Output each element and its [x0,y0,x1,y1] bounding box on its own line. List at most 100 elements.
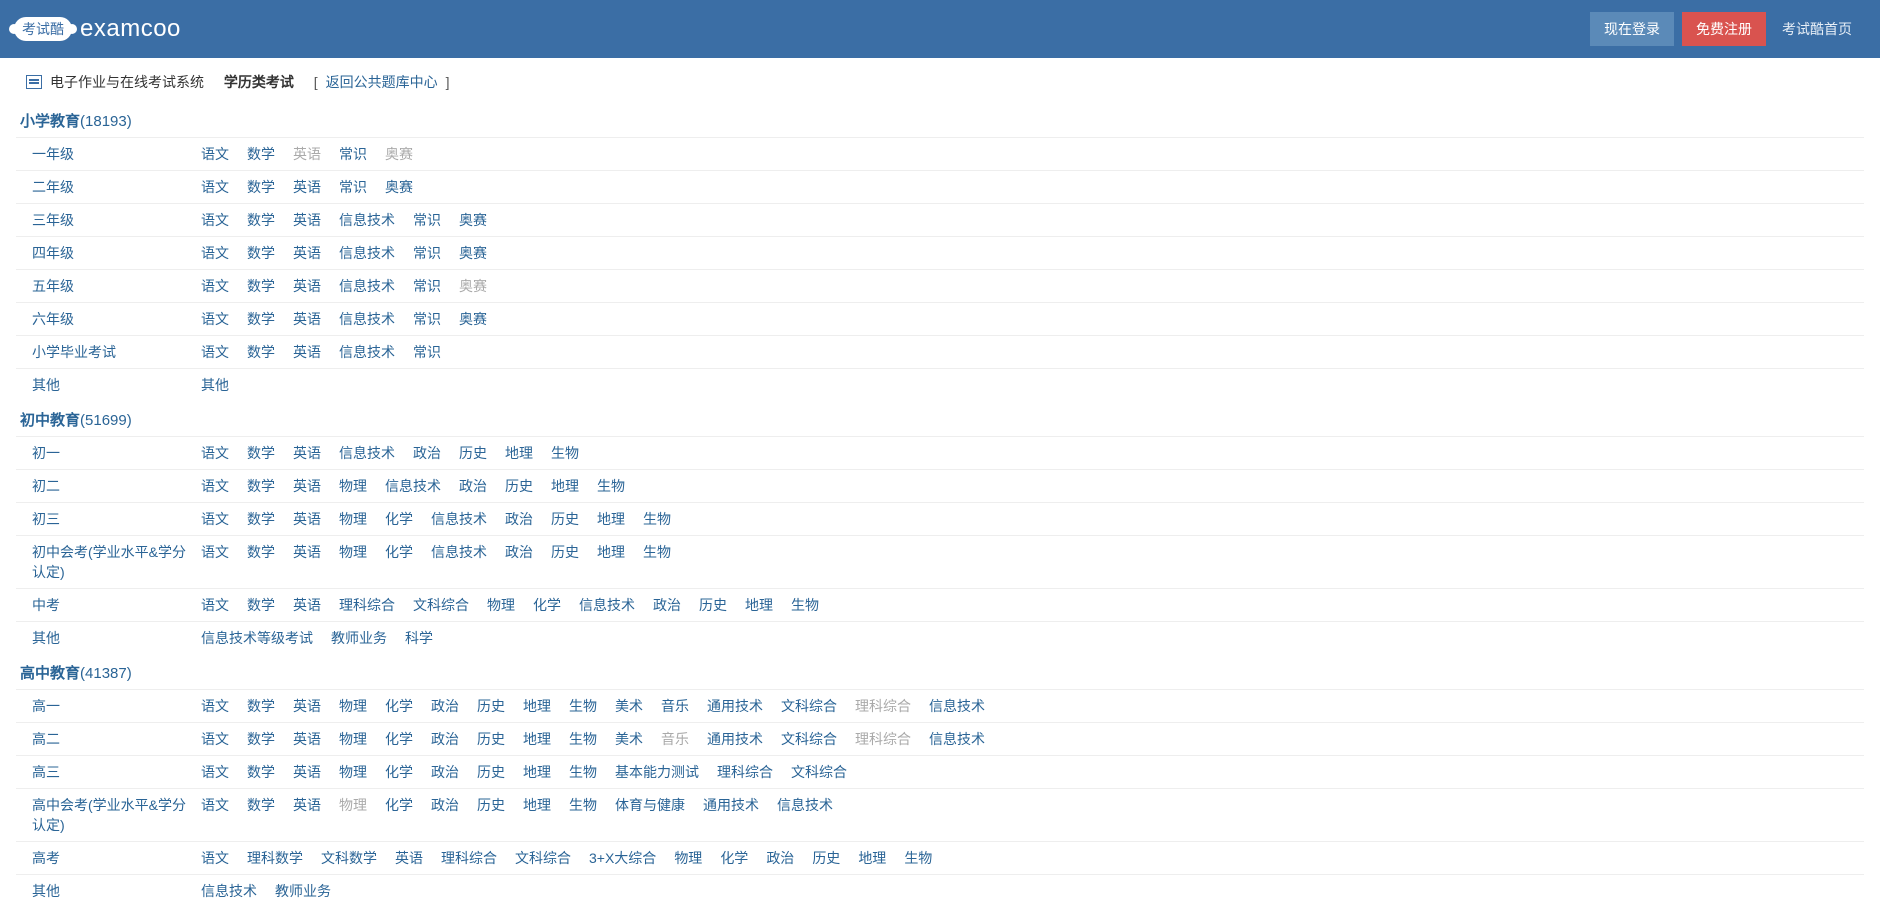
subject-link[interactable]: 常识 [339,177,367,197]
subject-link[interactable]: 理科综合 [441,848,497,868]
subject-link[interactable]: 理科综合 [339,595,395,615]
subject-link[interactable]: 信息技术 [431,509,487,529]
subject-link[interactable]: 数学 [247,542,275,582]
subject-link[interactable]: 英语 [293,795,321,835]
subject-link[interactable]: 英语 [293,443,321,463]
subject-link[interactable]: 常识 [413,276,441,296]
subject-link[interactable]: 地理 [551,476,579,496]
section-title[interactable]: 初中教育(51699) [16,401,1864,436]
section-title[interactable]: 小学教育(18193) [16,102,1864,137]
subject-link[interactable]: 信息技术 [929,729,985,749]
subject-link[interactable]: 数学 [247,729,275,749]
subject-link[interactable]: 政治 [431,795,459,835]
subject-link[interactable]: 信息技术 [339,309,395,329]
subject-link[interactable]: 英语 [293,509,321,529]
subject-link[interactable]: 历史 [477,696,505,716]
subject-link[interactable]: 英语 [293,729,321,749]
subject-link[interactable]: 化学 [385,795,413,835]
subject-link[interactable]: 语文 [201,696,229,716]
subject-link[interactable]: 政治 [653,595,681,615]
row-label[interactable]: 初三 [16,503,201,535]
subject-link[interactable]: 政治 [459,476,487,496]
subject-link[interactable]: 3+X大综合 [589,848,656,868]
subject-link[interactable]: 地理 [523,729,551,749]
subject-link[interactable]: 化学 [720,848,748,868]
subject-link[interactable]: 语文 [201,309,229,329]
subject-link[interactable]: 英语 [293,309,321,329]
subject-link[interactable]: 数学 [247,210,275,230]
subject-link[interactable]: 常识 [413,243,441,263]
subject-link[interactable]: 化学 [385,696,413,716]
subject-link[interactable]: 历史 [459,443,487,463]
row-label[interactable]: 高三 [16,756,201,788]
subject-link[interactable]: 文科综合 [791,762,847,782]
subject-link[interactable]: 化学 [385,729,413,749]
subject-link[interactable]: 地理 [523,762,551,782]
subject-link[interactable]: 数学 [247,443,275,463]
subject-link[interactable]: 历史 [551,509,579,529]
subject-link[interactable]: 信息技术 [339,276,395,296]
subject-link[interactable]: 数学 [247,177,275,197]
subject-link[interactable]: 历史 [699,595,727,615]
subject-link[interactable]: 物理 [339,542,367,582]
subject-link[interactable]: 信息技术 [579,595,635,615]
subject-link[interactable]: 文科数学 [321,848,377,868]
subject-link[interactable]: 生物 [569,795,597,835]
subject-link[interactable]: 数学 [247,595,275,615]
subject-link[interactable]: 奥赛 [459,243,487,263]
subject-link[interactable]: 化学 [533,595,561,615]
subject-link[interactable]: 基本能力测试 [615,762,699,782]
subject-link[interactable]: 语文 [201,177,229,197]
subject-link[interactable]: 历史 [477,795,505,835]
subject-link[interactable]: 信息技术 [339,210,395,230]
subject-link[interactable]: 英语 [293,595,321,615]
subject-link[interactable]: 地理 [523,696,551,716]
subject-link[interactable]: 常识 [339,144,367,164]
subject-link[interactable]: 文科综合 [515,848,571,868]
subject-link[interactable]: 科学 [405,628,433,648]
logo[interactable]: 考试酷 examcoo [14,15,181,43]
section-title[interactable]: 高中教育(41387) [16,654,1864,689]
back-link[interactable]: 返回公共题库中心 [326,72,438,92]
subject-link[interactable]: 数学 [247,309,275,329]
home-link[interactable]: 考试酷首页 [1774,12,1860,46]
subject-link[interactable]: 地理 [745,595,773,615]
subject-link[interactable]: 地理 [523,795,551,835]
subject-link[interactable]: 历史 [551,542,579,582]
subject-link[interactable]: 奥赛 [459,309,487,329]
subject-link[interactable]: 化学 [385,542,413,582]
row-label[interactable]: 小学毕业考试 [16,336,201,368]
subject-link[interactable]: 通用技术 [707,696,763,716]
subject-link[interactable]: 信息技术 [777,795,833,835]
register-button[interactable]: 免费注册 [1682,12,1766,46]
subject-link[interactable]: 数学 [247,243,275,263]
subject-link[interactable]: 政治 [505,542,533,582]
subject-link[interactable]: 数学 [247,509,275,529]
subject-link[interactable]: 英语 [293,276,321,296]
subject-link[interactable]: 地理 [597,509,625,529]
subject-link[interactable]: 通用技术 [707,729,763,749]
subject-link[interactable]: 数学 [247,342,275,362]
subject-link[interactable]: 语文 [201,342,229,362]
subject-link[interactable]: 语文 [201,210,229,230]
subject-link[interactable]: 物理 [339,729,367,749]
subject-link[interactable]: 信息技术 [339,342,395,362]
row-label[interactable]: 高一 [16,690,201,722]
row-label[interactable]: 高考 [16,842,201,874]
subject-link[interactable]: 美术 [615,696,643,716]
subject-link[interactable]: 地理 [858,848,886,868]
subject-link[interactable]: 物理 [339,509,367,529]
subject-link[interactable]: 音乐 [661,696,689,716]
subject-link[interactable]: 常识 [413,342,441,362]
subject-link[interactable]: 美术 [615,729,643,749]
subject-link[interactable]: 教师业务 [331,628,387,648]
subject-link[interactable]: 语文 [201,509,229,529]
subject-link[interactable]: 语文 [201,443,229,463]
subject-link[interactable]: 理科数学 [247,848,303,868]
subject-link[interactable]: 数学 [247,762,275,782]
row-label[interactable]: 高中会考(学业水平&学分认定) [16,789,201,841]
subject-link[interactable]: 政治 [431,762,459,782]
subject-link[interactable]: 历史 [477,762,505,782]
subject-link[interactable]: 政治 [413,443,441,463]
subject-link[interactable]: 历史 [505,476,533,496]
